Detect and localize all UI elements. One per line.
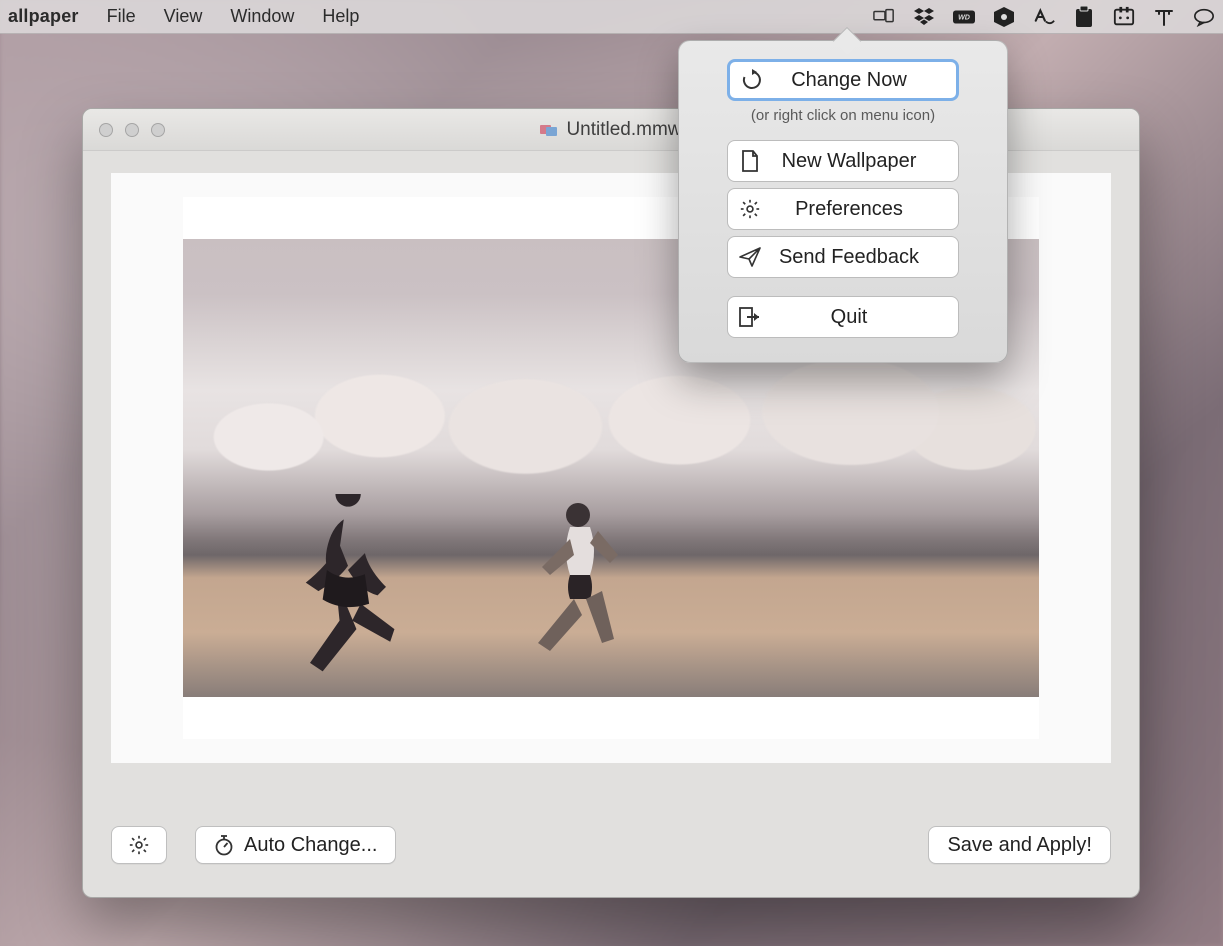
send-feedback-label: Send Feedback <box>776 246 950 269</box>
refresh-icon <box>738 66 766 94</box>
dropbox-icon[interactable] <box>913 6 935 28</box>
menubar: allpaper File View Window Help WD <box>0 0 1223 34</box>
preferences-label: Preferences <box>776 198 950 221</box>
svg-text:WD: WD <box>958 13 970 21</box>
panel-hint: (or right click on menu icon) <box>703 107 983 124</box>
exit-icon <box>736 303 764 331</box>
save-apply-label: Save and Apply! <box>947 834 1092 857</box>
auto-change-button[interactable]: Auto Change... <box>195 826 396 864</box>
document-icon <box>736 147 764 175</box>
change-now-label: Change Now <box>778 69 948 92</box>
auto-change-label: Auto Change... <box>244 834 377 857</box>
menu-help[interactable]: Help <box>322 6 359 27</box>
gear-icon <box>736 195 764 223</box>
figure-runner-2 <box>518 499 628 669</box>
figure-runner-1 <box>283 494 413 684</box>
app-name: allpaper <box>8 6 79 27</box>
send-feedback-button[interactable]: Send Feedback <box>727 236 959 278</box>
menubar-dropdown-panel: Change Now (or right click on menu icon)… <box>678 40 1008 363</box>
clipboard-icon[interactable] <box>1073 6 1095 28</box>
new-wallpaper-button[interactable]: New Wallpaper <box>727 140 959 182</box>
save-apply-button[interactable]: Save and Apply! <box>928 826 1111 864</box>
change-now-button[interactable]: Change Now <box>727 59 959 101</box>
new-wallpaper-label: New Wallpaper <box>776 150 950 173</box>
menu-view[interactable]: View <box>164 6 203 27</box>
screens-icon[interactable] <box>873 6 895 28</box>
gear-icon <box>128 834 150 856</box>
aws-icon[interactable] <box>1033 6 1055 28</box>
menu-file[interactable]: File <box>107 6 136 27</box>
settings-button[interactable] <box>111 826 167 864</box>
menu-window[interactable]: Window <box>230 6 294 27</box>
paper-plane-icon <box>736 243 764 271</box>
preferences-button[interactable]: Preferences <box>727 188 959 230</box>
window-title-text: Untitled.mmw <box>566 119 681 141</box>
itch-icon[interactable] <box>1113 6 1135 28</box>
document-icon <box>540 123 558 137</box>
chat-icon[interactable] <box>1193 6 1215 28</box>
type-icon[interactable] <box>1153 6 1175 28</box>
stopwatch-icon <box>214 834 234 856</box>
sync-icon[interactable] <box>993 6 1015 28</box>
quit-button[interactable]: Quit <box>727 296 959 338</box>
wd-icon[interactable]: WD <box>953 6 975 28</box>
bottom-toolbar: Auto Change... Save and Apply! <box>111 821 1111 869</box>
quit-label: Quit <box>776 306 950 329</box>
